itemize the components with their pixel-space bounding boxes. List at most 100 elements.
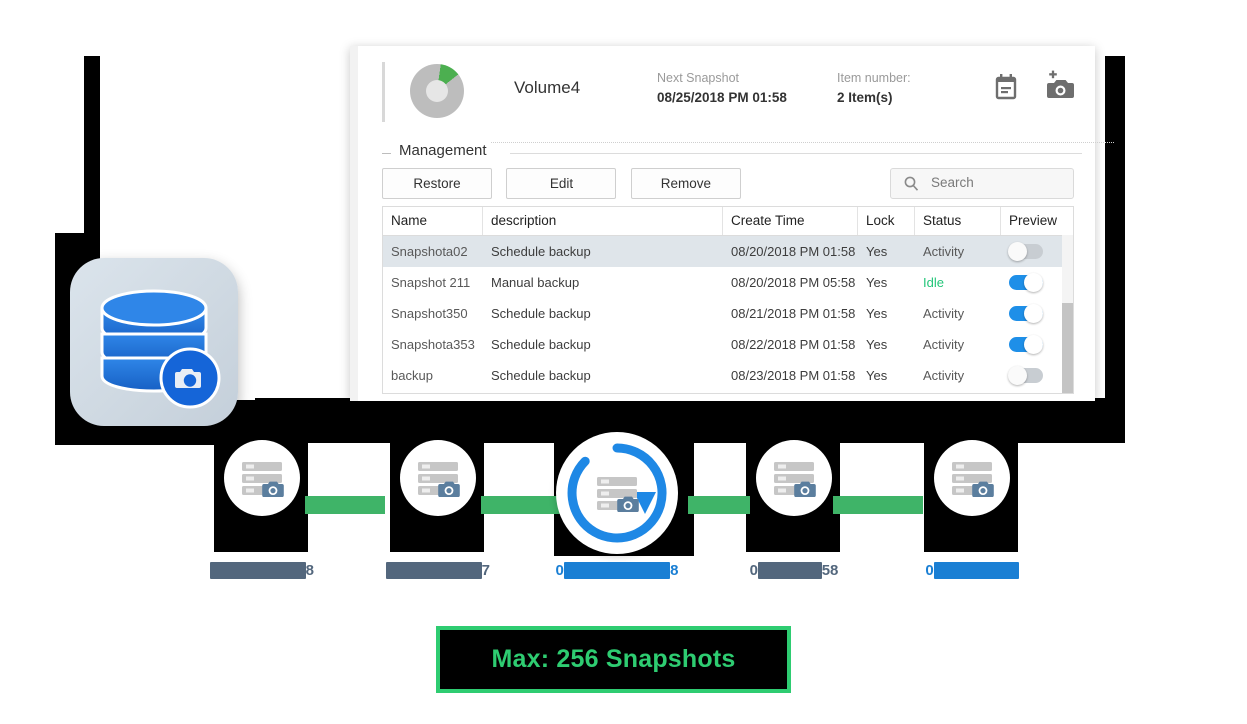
volume-header: Volume4 Next Snapshot 08/25/2018 PM 01:5… — [382, 54, 1114, 143]
cell-name: Snapshota02 — [391, 244, 468, 259]
item-number-label: Item number: — [837, 71, 911, 85]
snapshot-node-1[interactable] — [224, 440, 300, 516]
management-legend: Management — [382, 142, 1082, 162]
timeline-node-timestamp: 0██████58 — [749, 562, 839, 579]
frame-band-right — [1105, 56, 1125, 406]
take-snapshot-camera-plus-icon[interactable] — [1043, 70, 1077, 104]
cell-create-time: 08/20/2018 PM 05:58 — [731, 275, 856, 290]
redacted-text: █████████ — [386, 562, 482, 579]
header-divider — [414, 142, 1114, 143]
cell-description: Manual backup — [491, 275, 580, 290]
timeline-connector — [481, 496, 561, 514]
server-snapshot-icon — [224, 440, 300, 521]
cell-lock: Yes — [866, 275, 888, 290]
snapshot-node-4[interactable] — [756, 440, 832, 516]
column-header-create-time[interactable]: Create Time — [723, 207, 858, 235]
volume-accent-bar — [382, 62, 385, 122]
screenshot-root: Volume4 Next Snapshot 08/25/2018 PM 01:5… — [0, 0, 1247, 724]
cell-status: Activity — [923, 337, 965, 352]
table-row[interactable]: Snapshota353 Schedule backup 08/22/2018 PM… — [383, 329, 1073, 360]
cell-status: Idle — [923, 275, 944, 290]
item-number-meta: Item number: 2 Item(s) — [837, 69, 911, 108]
cell-create-time: 08/22/2018 PM 01:58 — [731, 337, 856, 352]
cell-preview — [1001, 304, 1061, 323]
timeline-node-timestamp: 0████████ — [912, 562, 1032, 579]
cell-name: Snapshot350 — [391, 306, 468, 321]
header-actions — [982, 70, 1092, 114]
toggle-knob — [1008, 242, 1027, 261]
column-header-status[interactable]: Status — [915, 207, 1001, 235]
item-number-value: 2 Item(s) — [837, 90, 893, 105]
management-button-row: Restore Edit Remove — [382, 168, 751, 199]
max-snapshots-banner: Max: 256 Snapshots — [436, 626, 791, 693]
cell-lock: Yes — [866, 244, 888, 259]
redacted-text: ████████ — [933, 562, 1019, 579]
redacted-text: █████████ — [210, 562, 306, 579]
search-placeholder: Search — [931, 175, 974, 190]
cell-preview — [1001, 366, 1061, 385]
table-scrollbar-track[interactable] — [1062, 235, 1073, 393]
timeline-node-timestamp: █████████8 — [202, 562, 322, 579]
server-snapshot-icon — [934, 440, 1010, 521]
table-scrollbar-thumb[interactable] — [1062, 303, 1073, 393]
preview-toggle[interactable] — [1008, 242, 1043, 261]
preview-toggle[interactable] — [1008, 366, 1043, 385]
cell-preview — [1001, 335, 1061, 354]
next-snapshot-meta: Next Snapshot 08/25/2018 PM 01:58 — [657, 69, 787, 108]
cell-status: Activity — [923, 244, 965, 259]
column-header-description[interactable]: description — [483, 207, 723, 235]
cell-description: Schedule backup — [491, 368, 591, 383]
search-icon — [903, 175, 920, 192]
toggle-knob — [1024, 335, 1043, 354]
table-row[interactable]: backup Schedule backup 08/23/2018 PM 01:58… — [383, 360, 1073, 391]
table-header-row: Name description Create Time Lock Status… — [383, 207, 1073, 236]
cell-create-time: 08/23/2018 PM 01:58 — [731, 368, 856, 383]
snapshot-node-3-restore[interactable] — [556, 432, 678, 554]
snapshot-table: Name description Create Time Lock Status… — [382, 206, 1074, 394]
table-body: Snapshota02 Schedule backup 08/20/2018 PM … — [383, 236, 1073, 391]
server-snapshot-icon — [579, 455, 655, 536]
management-legend-label: Management — [395, 142, 491, 159]
remove-button[interactable]: Remove — [630, 168, 741, 199]
snapshot-node-5[interactable] — [934, 440, 1010, 516]
volume-name: Volume4 — [514, 78, 581, 97]
cell-status: Activity — [923, 368, 965, 383]
cell-name: Snapshot 211 — [391, 275, 471, 290]
cell-description: Schedule backup — [491, 306, 591, 321]
preview-toggle[interactable] — [1009, 335, 1043, 354]
window-left-rail — [350, 46, 358, 401]
toggle-knob — [1008, 366, 1027, 385]
legend-rule — [510, 153, 1082, 154]
schedule-calendar-icon[interactable] — [989, 70, 1023, 104]
preview-toggle[interactable] — [1009, 273, 1043, 292]
column-header-name[interactable]: Name — [383, 207, 483, 235]
search-input[interactable]: Search — [890, 168, 1074, 199]
cell-name: Snapshota353 — [391, 337, 475, 352]
volume-usage-donut-icon — [410, 64, 464, 118]
timeline-connector — [688, 496, 750, 514]
cell-create-time: 08/20/2018 PM 01:58 — [731, 244, 856, 259]
cell-lock: Yes — [866, 368, 888, 383]
next-snapshot-value: 08/25/2018 PM 01:58 — [657, 90, 787, 105]
server-snapshot-icon — [400, 440, 476, 521]
legend-dash — [382, 153, 391, 154]
preview-toggle[interactable] — [1009, 304, 1043, 323]
snapshot-manager-window: Volume4 Next Snapshot 08/25/2018 PM 01:5… — [350, 46, 1114, 401]
cell-description: Schedule backup — [491, 337, 591, 352]
restore-button[interactable]: Restore — [382, 168, 492, 199]
cell-lock: Yes — [866, 306, 888, 321]
toggle-knob — [1024, 304, 1043, 323]
table-row[interactable]: Snapshot 211 Manual backup 08/20/2018 PM 0… — [383, 267, 1073, 298]
toggle-knob — [1024, 273, 1043, 292]
timeline-connector — [305, 496, 385, 514]
column-header-preview[interactable]: Preview — [1001, 207, 1061, 235]
table-row[interactable]: Snapshot350 Schedule backup 08/21/2018 PM … — [383, 298, 1073, 329]
edit-button[interactable]: Edit — [506, 168, 617, 199]
column-header-lock[interactable]: Lock — [858, 207, 915, 235]
database-snapshot-icon — [70, 258, 238, 426]
table-row[interactable]: Snapshota02 Schedule backup 08/20/2018 PM … — [383, 236, 1073, 267]
cell-name: backup — [391, 368, 433, 383]
snapshot-node-2[interactable] — [400, 440, 476, 516]
cell-preview — [1001, 273, 1061, 292]
server-snapshot-icon — [756, 440, 832, 521]
